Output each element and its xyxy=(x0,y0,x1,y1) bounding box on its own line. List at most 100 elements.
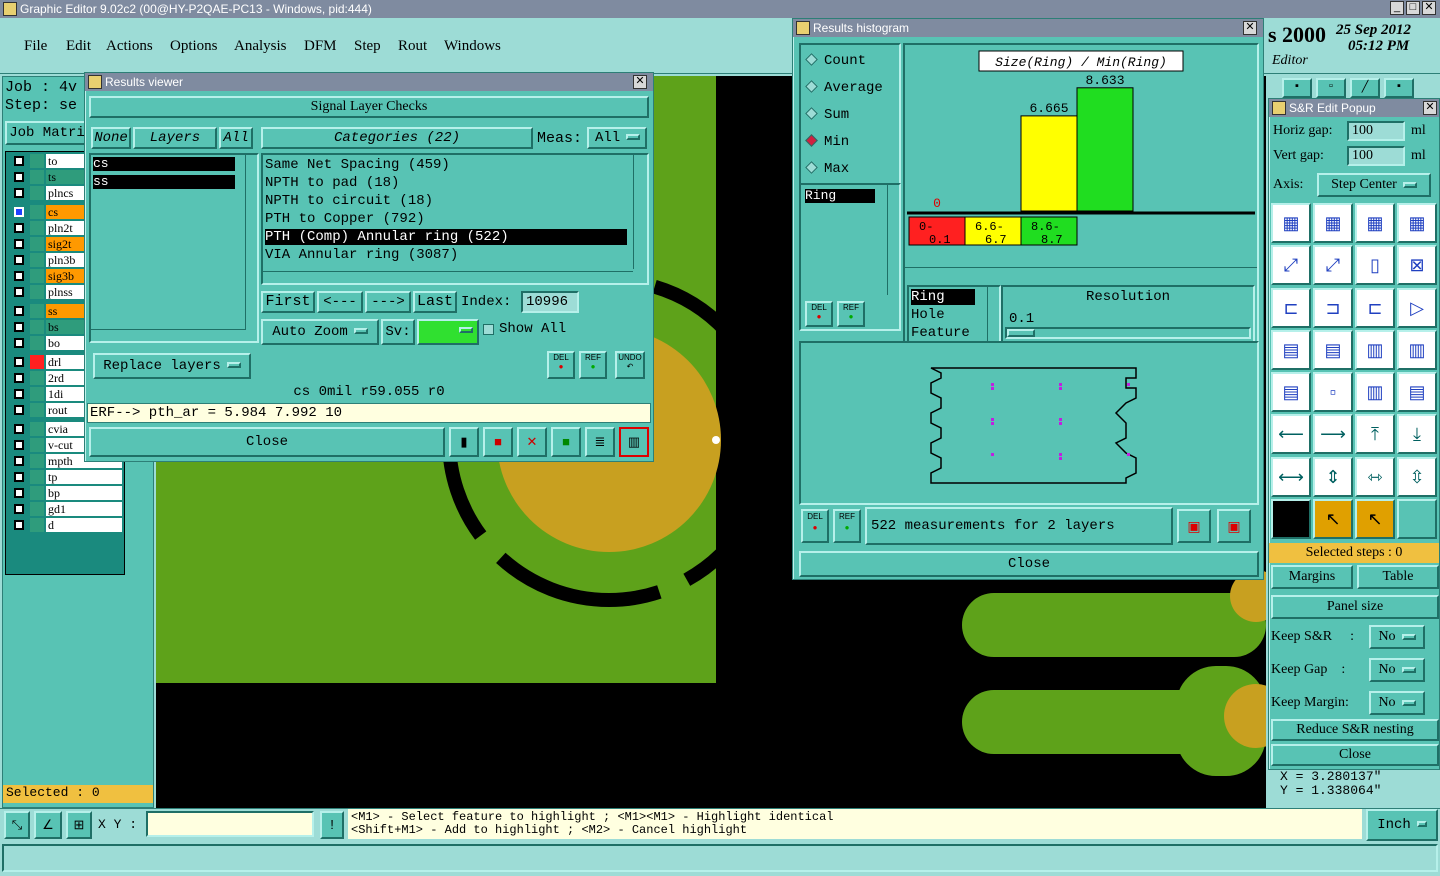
category-item[interactable]: VIA Annular ring (3087) xyxy=(265,247,627,263)
sr-tool-icon[interactable]: ⟷ xyxy=(1271,456,1311,497)
reduce-nesting-button[interactable]: Reduce S&R nesting xyxy=(1271,719,1439,741)
command-line[interactable] xyxy=(2,844,1438,872)
prev-button[interactable]: <--- xyxy=(317,291,363,313)
layer-checkbox[interactable] xyxy=(14,306,24,316)
sr-tool-icon[interactable]: ▥ xyxy=(1397,329,1437,370)
sr-tool-icon[interactable]: ▤ xyxy=(1271,329,1311,370)
axis-dropdown[interactable]: Step Center xyxy=(1317,173,1431,197)
list-item[interactable]: ss xyxy=(93,175,235,189)
keep-sr-dropdown[interactable]: No xyxy=(1369,625,1425,649)
sr-tool-icon[interactable]: ⟵ xyxy=(1271,414,1311,455)
layer-checkbox[interactable] xyxy=(14,456,24,466)
margins-button[interactable]: Margins xyxy=(1271,565,1353,589)
vertical-scrollbar[interactable] xyxy=(245,155,257,330)
menu-item-actions[interactable]: Actions xyxy=(106,38,153,55)
sr-tool-icon[interactable]: ↖ xyxy=(1355,498,1395,539)
green-tool-icon[interactable]: ■ xyxy=(551,427,581,457)
mode-radio-count[interactable]: Count xyxy=(805,53,866,69)
sr-tool-icon[interactable]: ⊠ xyxy=(1397,245,1437,286)
mode-radio-max[interactable]: Max xyxy=(805,161,849,177)
sr-tool-icon[interactable]: ▤ xyxy=(1397,372,1437,412)
sr-tool-icon[interactable]: ▷ xyxy=(1397,287,1437,328)
layer-results-list[interactable]: cs ss xyxy=(89,153,259,343)
layer-checkbox[interactable] xyxy=(14,504,24,514)
sr-tool-icon[interactable]: ▫ xyxy=(1313,372,1353,412)
sr-tool-icon[interactable]: ⇿ xyxy=(1355,456,1395,497)
toolbar-icon[interactable]: ▫ xyxy=(1316,78,1346,98)
sr-tool-icon[interactable]: ⊐ xyxy=(1313,287,1353,328)
menu-item-dfm[interactable]: DFM xyxy=(304,38,337,55)
slider-handle[interactable] xyxy=(1007,329,1035,337)
layer-checkbox[interactable] xyxy=(14,207,24,217)
layer-checkbox[interactable] xyxy=(14,172,24,182)
layer-checkbox[interactable] xyxy=(14,287,24,297)
layer-row[interactable]: bp xyxy=(8,486,122,501)
list-item[interactable]: cs xyxy=(93,157,235,171)
layer-checkbox[interactable] xyxy=(14,488,24,498)
vertical-scrollbar[interactable] xyxy=(887,185,899,295)
layer-row[interactable]: tp xyxy=(8,470,122,485)
next-button[interactable]: ---> xyxy=(365,291,411,313)
vert-gap-input[interactable]: 100 xyxy=(1347,146,1405,166)
sv-color-dropdown[interactable] xyxy=(417,319,479,345)
last-button[interactable]: Last xyxy=(413,291,457,313)
horizontal-scrollbar[interactable] xyxy=(91,329,245,341)
close-button[interactable]: Close xyxy=(1271,744,1439,766)
histogram-icon[interactable]: ▥ xyxy=(619,427,649,457)
sr-tool-icon[interactable]: ⊏ xyxy=(1355,287,1395,328)
categories-list[interactable]: Same Net Spacing (459) NPTH to pad (18) NP… xyxy=(261,153,649,285)
menu-item-rout[interactable]: Rout xyxy=(398,38,427,55)
list-item[interactable]: Ring xyxy=(805,189,875,203)
layer-row[interactable]: d xyxy=(8,518,122,533)
layer-checkbox[interactable] xyxy=(14,373,24,383)
sr-tool-icon[interactable]: ⇳ xyxy=(1397,456,1437,497)
all-button[interactable]: All xyxy=(219,127,253,149)
sr-tool-icon[interactable]: ↖ xyxy=(1271,498,1311,539)
field-list[interactable]: Ring Hole Feature xyxy=(907,285,1001,343)
category-item[interactable]: NPTH to circuit (18) xyxy=(265,193,627,209)
close-button[interactable]: Close xyxy=(799,551,1259,577)
category-item[interactable]: PTH (Comp) Annular ring (522) xyxy=(265,229,627,245)
index-input[interactable]: 10996 xyxy=(521,291,579,313)
sr-tool-icon[interactable]: ↖ xyxy=(1313,498,1353,539)
del-button[interactable]: DEL ● xyxy=(805,301,833,327)
vertical-scrollbar[interactable] xyxy=(987,287,999,341)
resolution-slider[interactable] xyxy=(1005,327,1251,339)
sr-tool-icon[interactable]: ⤓ xyxy=(1397,414,1437,455)
field-item[interactable]: Ring xyxy=(911,289,975,305)
layer-row[interactable]: gd1 xyxy=(8,502,122,517)
report-icon[interactable]: ≣ xyxy=(585,427,615,457)
ref-cross-icon[interactable]: ✕ xyxy=(517,427,547,457)
ref-button[interactable]: REF ● xyxy=(579,351,607,379)
meas-dropdown[interactable]: All xyxy=(587,127,647,149)
sr-tool-icon[interactable]: ▦ xyxy=(1271,203,1311,243)
none-button[interactable]: None xyxy=(91,127,131,149)
mode-radio-min[interactable]: Min xyxy=(805,134,849,150)
menu-item-file[interactable]: File xyxy=(24,38,47,55)
layer-checkbox[interactable] xyxy=(14,472,24,482)
layer-checkbox[interactable] xyxy=(14,440,24,450)
show-all-checkbox[interactable] xyxy=(483,324,494,335)
categories-button[interactable]: Categories (22) xyxy=(261,127,533,149)
menu-item-step[interactable]: Step xyxy=(354,38,381,55)
sr-tool-icon[interactable]: ▤ xyxy=(1271,372,1311,412)
sr-tool-icon[interactable]: ⤢ xyxy=(1313,245,1353,286)
layer-checkbox[interactable] xyxy=(14,239,24,249)
close-icon[interactable]: ✕ xyxy=(633,75,647,89)
sr-tool-icon[interactable]: ▥ xyxy=(1355,329,1395,370)
layer-checkbox[interactable] xyxy=(14,188,24,198)
layer-checkbox[interactable] xyxy=(14,424,24,434)
keep-gap-dropdown[interactable]: No xyxy=(1369,658,1425,682)
layer-checkbox[interactable] xyxy=(14,223,24,233)
vertical-scrollbar[interactable] xyxy=(633,155,647,269)
horizontal-scrollbar[interactable] xyxy=(263,271,633,283)
close-icon[interactable]: ✕ xyxy=(1243,21,1257,35)
sr-tool-icon[interactable]: ⟶ xyxy=(1313,414,1353,455)
sr-tool-icon[interactable]: ⊏ xyxy=(1271,287,1311,328)
layers-button[interactable]: Layers xyxy=(133,127,217,149)
sr-tool-icon[interactable]: ▦ xyxy=(1355,203,1395,243)
maximize-button[interactable]: □ xyxy=(1406,1,1420,15)
layer-checkbox[interactable] xyxy=(14,389,24,399)
mode-radio-average[interactable]: Average xyxy=(805,80,883,96)
sr-tool-icon[interactable]: ▥ xyxy=(1355,372,1395,412)
